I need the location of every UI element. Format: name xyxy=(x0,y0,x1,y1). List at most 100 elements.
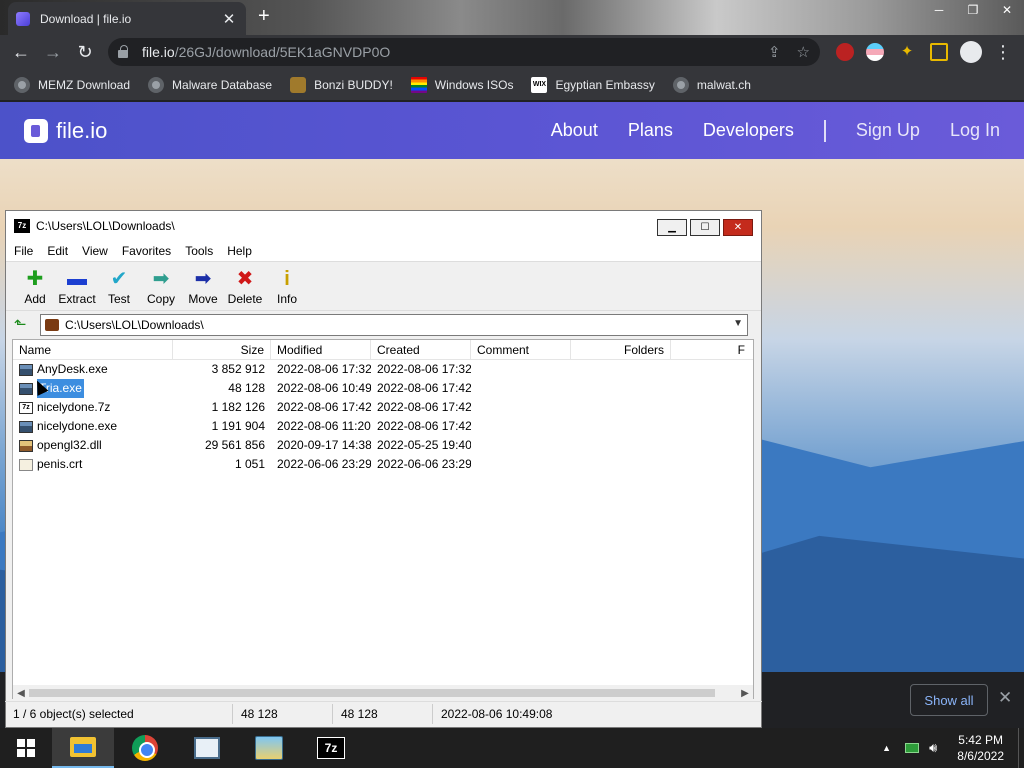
tool-test-button[interactable]: ✔ Test xyxy=(98,262,140,310)
bookmark-windows-isos[interactable]: Windows ISOs xyxy=(410,76,513,93)
nav-about[interactable]: About xyxy=(551,120,598,141)
file-list: Name Size Modified Created Comment Folde… xyxy=(12,339,754,701)
maximize-icon[interactable]: ❐ xyxy=(956,0,990,20)
bookmark-malwatch[interactable]: malwat.ch xyxy=(672,76,751,93)
scrollbar-thumb[interactable] xyxy=(29,689,715,697)
column-created[interactable]: Created xyxy=(371,340,471,360)
menu-favorites[interactable]: Favorites xyxy=(122,244,171,258)
status-modified: 2022-08-06 10:49:08 xyxy=(441,706,553,721)
tool-label: Delete xyxy=(227,292,263,306)
taskbar-clock[interactable]: 5:42 PM 8/6/2022 xyxy=(949,732,1012,764)
horizontal-scrollbar[interactable]: ◀ ▶ xyxy=(13,685,753,701)
share-icon[interactable]: ⇪ xyxy=(768,43,781,61)
nav-separator xyxy=(823,119,826,142)
file-name: AnyDesk.exe xyxy=(37,362,108,376)
nav-sign-up[interactable]: Sign Up xyxy=(856,120,920,141)
file-created: 2022-08-06 17:42 xyxy=(377,419,471,433)
tab-close-icon[interactable]: ✕ xyxy=(220,10,238,28)
globe-icon xyxy=(672,76,689,93)
tool-delete-button[interactable]: ✖ Delete xyxy=(224,262,266,310)
nav-plans[interactable]: Plans xyxy=(628,120,673,141)
tool-move-button[interactable]: ➡ Move xyxy=(182,262,224,310)
minimize-button[interactable]: ▁ xyxy=(657,219,687,236)
up-folder-icon[interactable]: ⬑ xyxy=(14,317,32,333)
tab-title: Download | file.io xyxy=(40,11,132,26)
menu-kebab-icon[interactable]: ⋮ xyxy=(992,41,1014,63)
forward-icon[interactable]: → xyxy=(42,41,64,63)
bookmark-memz[interactable]: MEMZ Download xyxy=(14,76,130,93)
maximize-button[interactable]: ☐ xyxy=(690,219,720,236)
scroll-right-icon[interactable]: ▶ xyxy=(737,688,753,699)
file-modified: 2020-09-17 14:38 xyxy=(277,438,371,452)
photo-viewer-icon xyxy=(255,736,283,760)
tray-chevron-up-icon[interactable]: ▲ xyxy=(882,743,891,753)
ublock-extension-icon[interactable] xyxy=(836,43,854,61)
taskbar-file-explorer[interactable] xyxy=(52,728,114,768)
volume-icon[interactable]: 🔊︎ xyxy=(929,740,937,756)
file-name-cell: nicelydone.exe xyxy=(13,417,173,436)
show-all-button[interactable]: Show all xyxy=(910,684,988,716)
chevron-down-icon[interactable]: ▼ xyxy=(733,318,743,329)
taskbar-photos[interactable] xyxy=(238,728,300,768)
extensions-puzzle-icon[interactable]: ✦ xyxy=(898,43,916,61)
taskbar-chrome[interactable] xyxy=(114,728,176,768)
start-button[interactable] xyxy=(0,728,52,768)
sevenzip-titlebar[interactable]: 7z C:\Users\LOL\Downloads\ ▁ ☐ ✕ xyxy=(6,211,761,241)
status-selection: 1 / 6 object(s) selected xyxy=(5,703,233,724)
bookmark-bonzi-buddy[interactable]: Bonzi BUDDY! xyxy=(290,76,393,93)
bookmark-egyptian-embassy[interactable]: WIX Egyptian Embassy xyxy=(531,76,655,93)
address-bar[interactable]: file.io/26GJ/download/5EK1aGNVDP0O ⇪ ☆ xyxy=(108,38,820,66)
network-icon[interactable] xyxy=(905,743,920,753)
file-row[interactable]: AnyDesk.exe 3 852 912 2022-08-06 17:32 2022… xyxy=(13,360,753,379)
tool-info-button[interactable]: i Info xyxy=(266,262,308,310)
column-size[interactable]: Size xyxy=(173,340,271,360)
column-modified[interactable]: Modified xyxy=(271,340,371,360)
close-button[interactable]: ✕ xyxy=(723,219,753,236)
show-desktop-button[interactable] xyxy=(1018,728,1024,768)
tool-extract-button[interactable]: ▬ Extract xyxy=(56,262,98,310)
file-row[interactable]: 7z nicelydone.7z 1 182 126 2022-08-06 17:42… xyxy=(13,398,753,417)
menu-view[interactable]: View xyxy=(82,244,108,258)
url-host: file.io xyxy=(142,44,175,60)
tool-copy-button[interactable]: ➡ Copy xyxy=(140,262,182,310)
column-folders[interactable]: Folders xyxy=(571,340,671,360)
download-shelf-close-icon[interactable]: ✕ xyxy=(998,688,1012,708)
bookmark-malware-database[interactable]: Malware Database xyxy=(148,76,272,93)
close-icon[interactable]: ✕ xyxy=(990,0,1024,20)
lock-icon[interactable] xyxy=(118,45,128,58)
menu-file[interactable]: File xyxy=(14,244,33,258)
scroll-left-icon[interactable]: ◀ xyxy=(13,688,29,699)
side-panel-icon[interactable] xyxy=(930,43,948,61)
menu-tools[interactable]: Tools xyxy=(185,244,213,258)
tool-add-button[interactable]: ✚ Add xyxy=(14,262,56,310)
reload-icon[interactable]: ↻ xyxy=(74,41,96,63)
site-logo[interactable]: file.io xyxy=(24,118,107,144)
browser-tabstrip: Download | file.io ✕ + ─ ❐ ✕ xyxy=(0,0,1024,35)
file-name-cell: penis.crt xyxy=(13,455,173,474)
file-row[interactable]: Tria.exe 48 128 2022-08-06 10:49 2022-08-06… xyxy=(13,379,753,398)
profile-avatar[interactable] xyxy=(960,41,982,63)
browser-tab[interactable]: Download | file.io ✕ xyxy=(8,2,246,35)
column-files[interactable]: F xyxy=(671,340,751,360)
nav-developers[interactable]: Developers xyxy=(703,120,794,141)
bookmark-star-icon[interactable]: ☆ xyxy=(797,43,810,61)
minimize-icon[interactable]: ─ xyxy=(922,0,956,20)
exe-file-icon xyxy=(19,420,33,433)
taskbar-notepad[interactable] xyxy=(176,728,238,768)
nav-log-in[interactable]: Log In xyxy=(950,120,1000,141)
new-tab-icon[interactable]: + xyxy=(258,6,270,26)
file-row[interactable]: nicelydone.exe 1 191 904 2022-08-06 11:20 2… xyxy=(13,417,753,436)
bookmark-label: Egyptian Embassy xyxy=(555,77,655,92)
taskbar-7zip[interactable]: 7z xyxy=(300,728,362,768)
file-row[interactable]: penis.crt 1 051 2022-06-06 23:29 2022-06-06… xyxy=(13,455,753,474)
path-combobox[interactable]: C:\Users\LOL\Downloads\ ▼ xyxy=(40,314,748,336)
file-row[interactable]: opengl32.dll 29 561 856 2020-09-17 14:38 20… xyxy=(13,436,753,455)
column-comment[interactable]: Comment xyxy=(471,340,571,360)
notepad-icon xyxy=(194,737,220,759)
menu-help[interactable]: Help xyxy=(227,244,252,258)
back-icon[interactable]: ← xyxy=(10,41,32,63)
menu-edit[interactable]: Edit xyxy=(47,244,68,258)
flag-extension-icon[interactable] xyxy=(866,43,884,61)
column-name[interactable]: Name xyxy=(13,340,173,360)
fileio-logo-icon xyxy=(24,119,48,143)
